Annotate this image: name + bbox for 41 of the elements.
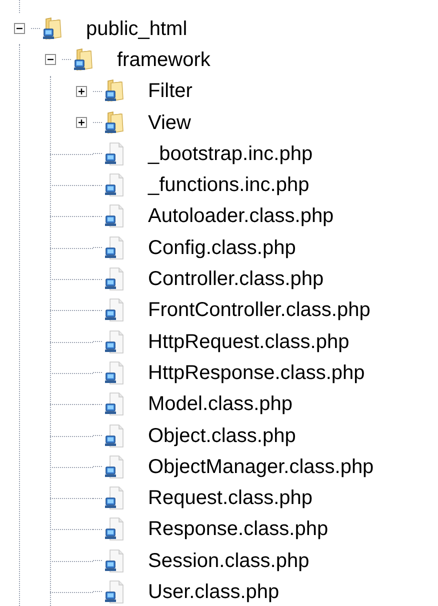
tree-item[interactable]: Request.class.php (148, 488, 313, 508)
document-icon (102, 330, 124, 354)
tree-item[interactable]: Controller.class.php (148, 269, 324, 290)
document-icon (102, 454, 124, 479)
tree-item[interactable]: Object.class.php (148, 426, 296, 446)
folder-icon (102, 110, 124, 135)
tree-item[interactable]: Model.class.php (148, 394, 293, 414)
tree-item[interactable]: HttpRequest.class.php (148, 332, 350, 352)
tree-item[interactable]: Session.class.php (148, 550, 310, 571)
tree-item[interactable]: Filter (148, 81, 192, 102)
document-icon (102, 204, 124, 228)
folder-icon (40, 16, 62, 41)
tree-item[interactable]: Autoloader.class.php (148, 206, 334, 226)
expand-toggle[interactable] (76, 86, 86, 97)
tree-item[interactable]: ObjectManager.class.php (148, 456, 374, 477)
tree-item[interactable]: _bootstrap.inc.php (148, 144, 313, 164)
document-icon (102, 517, 124, 542)
document-icon (102, 236, 124, 260)
tree-item[interactable]: _functions.inc.php (148, 175, 310, 196)
document-icon (102, 392, 124, 416)
tree-item[interactable]: View (148, 112, 191, 133)
document-icon (102, 267, 124, 292)
tree-item[interactable]: Response.class.php (148, 519, 328, 540)
collapse-toggle[interactable] (44, 54, 56, 66)
document-icon (102, 424, 124, 448)
tree-item[interactable]: User.class.php (148, 582, 280, 602)
tree-item[interactable]: framework (117, 50, 210, 70)
tree-item[interactable]: Config.class.php (148, 238, 296, 258)
tree-item[interactable]: HttpResponse.class.php (148, 362, 365, 383)
collapse-toggle[interactable] (14, 23, 24, 34)
document-icon (102, 173, 124, 198)
folder-icon (102, 79, 124, 104)
document-icon (102, 298, 124, 322)
tree-item[interactable]: public_html (86, 18, 188, 39)
document-icon (102, 486, 124, 510)
document-icon (102, 548, 124, 573)
tree-item[interactable]: FrontController.class.php (148, 300, 370, 320)
document-icon (102, 360, 124, 385)
folder-icon (71, 48, 93, 72)
expand-toggle[interactable] (76, 117, 86, 128)
document-icon (102, 142, 124, 166)
